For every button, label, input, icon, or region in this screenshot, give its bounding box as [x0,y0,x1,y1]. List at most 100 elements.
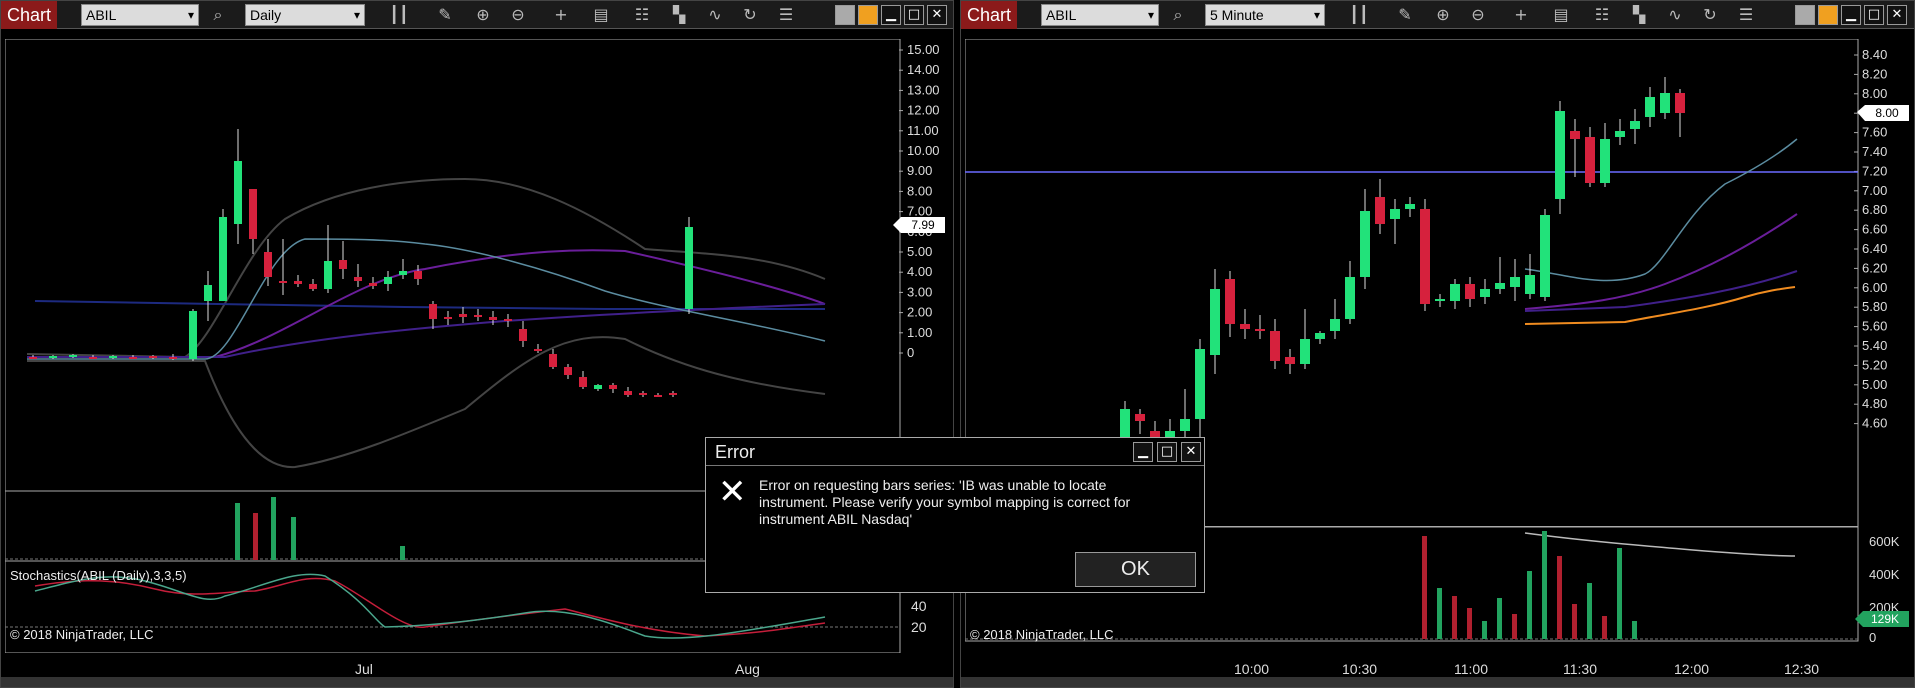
right-price-tick: 6.20 [1862,260,1887,275]
volume-bar [1572,604,1577,639]
error-dialog: Error ▁ □ ✕ ✕ Error on requesting bars s… [705,437,1205,593]
left-candle [29,355,37,359]
maximize-icon[interactable]: □ [1864,5,1884,25]
minimize-icon[interactable]: ▁ [1133,442,1153,462]
color-swatch-orange[interactable] [1818,5,1838,25]
right-candle [1345,261,1355,324]
left-candle [594,384,602,391]
right-candle [1450,279,1460,309]
data-box-icon[interactable]: ▤ [589,4,613,26]
crosshair-icon[interactable]: + [1509,4,1533,26]
right-price-tick: 4.80 [1862,396,1887,411]
left-price-tick: 0 [907,345,914,360]
right-price-tick: 6.80 [1862,202,1887,217]
pencil-icon[interactable]: ✎ [433,4,457,26]
x-tick-1200: 12:00 [1674,661,1710,677]
strategy-icon[interactable]: ☷ [1590,4,1614,26]
close-icon[interactable]: ✕ [1181,442,1201,462]
left-candle [609,383,617,393]
left-interval-select[interactable]: Daily ▾ [245,4,365,26]
error-icon: ✕ [718,472,747,512]
indicator-icon[interactable]: ∿ [1663,4,1687,26]
left-price-tick: 4.00 [907,264,932,279]
left-candle [669,391,677,397]
right-interval-select[interactable]: 5 Minute ▾ [1205,4,1325,26]
maximize-icon[interactable]: □ [1157,442,1177,462]
close-icon[interactable]: ✕ [927,5,947,25]
bar-type-icon[interactable]: ┃┃ [1347,4,1371,26]
minimize-icon[interactable]: ▁ [1841,5,1861,25]
data-box-icon[interactable]: ▤ [1549,4,1573,26]
volume-bar [1632,621,1637,639]
left-price-label: 7.99 [893,217,945,233]
left-candle [564,364,572,379]
left-price-panel[interactable]: 15.00 14.00 13.00 12.00 11.00 10.00 9.00 8.00 7.… [5,39,957,491]
ok-button[interactable]: OK [1075,552,1196,587]
volume-bar [1437,588,1442,639]
right-price-tick: 8.00 [1862,86,1887,101]
crosshair-icon[interactable]: + [549,4,573,26]
stoch-tick-20: 20 [911,619,927,635]
left-price-tick: 2.00 [907,305,932,320]
left-candle [354,264,362,287]
color-swatch-gray[interactable] [1795,5,1815,25]
left-candle [204,271,212,321]
close-icon[interactable]: ✕ [1887,5,1907,25]
right-candle [1285,349,1295,374]
left-candle [249,189,257,254]
right-candle [1660,77,1670,119]
zoom-out-icon[interactable]: ⊖ [1466,4,1490,26]
left-candle [534,344,542,353]
left-candle [384,271,392,291]
right-price-tick: 8.40 [1862,47,1887,62]
volume-bar [1482,621,1487,639]
right-interval-value: 5 Minute [1210,7,1264,23]
reload-icon[interactable]: ↻ [738,4,762,26]
right-price-tick: 6.60 [1862,222,1887,237]
left-price-tick: 8.00 [907,183,932,198]
properties-icon[interactable]: ☰ [1734,4,1758,26]
left-candle [654,393,662,397]
maximize-icon[interactable]: □ [904,5,924,25]
left-instrument-select[interactable]: ABIL ▾ [81,4,199,26]
right-candle [1570,119,1580,177]
volume-average-line [1524,532,1796,557]
minimize-icon[interactable]: ▁ [881,5,901,25]
vol-label-text: 129K [1871,612,1899,626]
zoom-out-icon[interactable]: ⊖ [506,4,530,26]
right-candle [1510,259,1520,301]
left-scrollbar[interactable] [1,677,953,687]
zoom-in-icon[interactable]: ⊕ [1431,4,1455,26]
right-candle [1615,119,1625,145]
properties-icon[interactable]: ☰ [774,4,798,26]
right-chart-tab[interactable]: Chart [961,1,1017,29]
right-price-tick: 5.20 [1862,357,1887,372]
zoom-in-icon[interactable]: ⊕ [471,4,495,26]
search-icon[interactable]: ⌕ [206,4,230,26]
right-candle [1180,389,1190,437]
strategy-icon[interactable]: ☷ [630,4,654,26]
left-candle [339,241,347,279]
color-swatch-orange[interactable] [858,5,878,25]
right-scrollbar[interactable] [961,677,1914,687]
left-copyright: © 2018 NinjaTrader, LLC [10,627,154,642]
right-candle [1630,109,1640,144]
right-price-tick: 6.00 [1862,280,1887,295]
volume-bar [1602,616,1607,639]
right-price-tick: 5.40 [1862,338,1887,353]
left-interval-value: Daily [250,7,282,23]
search-icon[interactable]: ⌕ [1166,4,1190,26]
x-tick-1000: 10:00 [1234,661,1270,677]
volume-bar [1497,598,1502,639]
right-candle [1375,179,1385,234]
drawing-tools-icon[interactable]: ▚ [667,4,691,26]
drawing-tools-icon[interactable]: ▚ [1627,4,1651,26]
left-chart-tab[interactable]: Chart [1,1,57,29]
bar-type-icon[interactable]: ┃┃ [387,4,411,26]
reload-icon[interactable]: ↻ [1698,4,1722,26]
color-swatch-gray[interactable] [835,5,855,25]
left-price-tick: 5.00 [907,244,932,259]
pencil-icon[interactable]: ✎ [1393,4,1417,26]
right-instrument-select[interactable]: ABIL ▾ [1041,4,1159,26]
indicator-icon[interactable]: ∿ [703,4,727,26]
